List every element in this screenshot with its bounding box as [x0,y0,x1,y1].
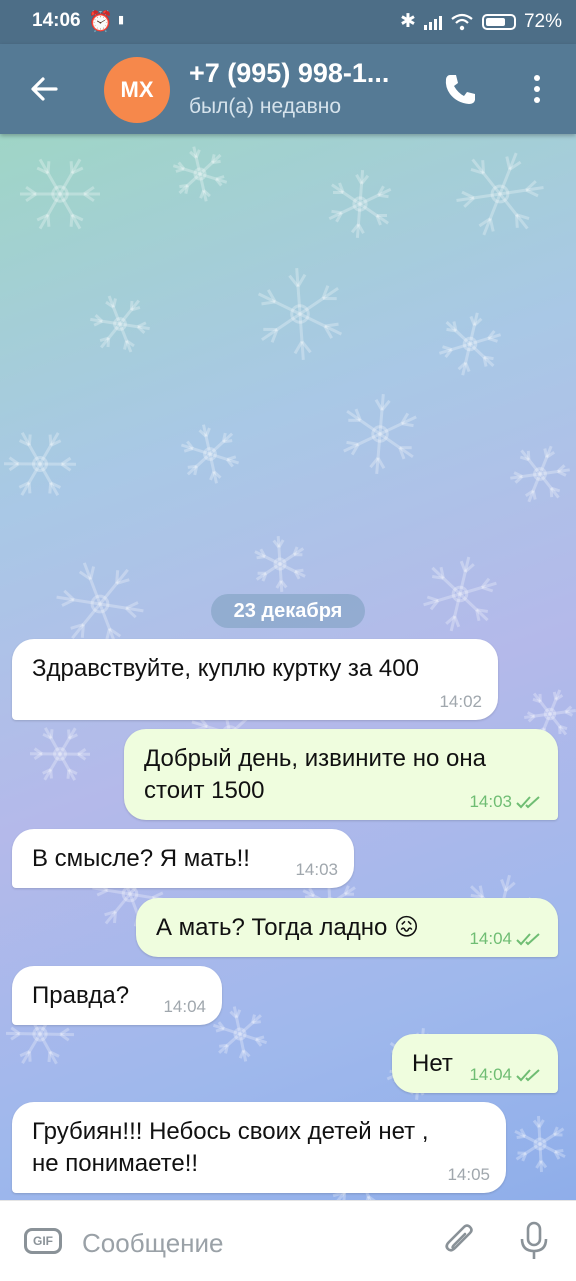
avatar[interactable]: МХ [104,57,170,123]
snowflake-icon [424,557,497,631]
gif-button[interactable]: GIF [24,1228,62,1254]
message-text: Правда? [32,980,129,1012]
message-meta: 14:05 [447,1165,490,1185]
message-text: Нет [412,1048,453,1080]
outgoing-message[interactable]: А мать? Тогда ладно 😖 14:04 [136,898,558,957]
date-separator: 23 декабря [211,594,365,628]
message-text: Добрый день, извините но онастоит 1500 [144,743,486,807]
snowflake-icon [181,425,238,484]
message-line: стоит 1500 [144,775,486,807]
read-checkmarks-icon [516,1068,542,1082]
message-time: 14:02 [439,692,482,712]
signal-icon [424,14,442,30]
message-time: 14:03 [295,860,338,880]
message-time: 14:04 [469,1065,512,1085]
microphone-icon[interactable] [516,1219,552,1263]
message-text: А мать? Тогда ладно 😖 [156,912,419,944]
wifi-icon [450,13,474,31]
snowflake-icon [515,1116,565,1172]
snowflake-icon [439,313,500,375]
snowflake-icon [510,446,569,502]
incoming-message[interactable]: В смысле? Я мать!! 14:03 [12,829,354,888]
message-text: Здравствуйте, куплю куртку за 400 [32,653,419,685]
message-meta: 14:04 [469,1065,542,1085]
message-line: не понимаете!! [32,1148,428,1180]
outgoing-message[interactable]: Добрый день, извините но онастоит 150014… [124,729,558,820]
snowflake-icon [259,268,342,360]
snowflake-icon [57,563,144,645]
message-line: Правда? [32,980,129,1012]
message-text: Грубиян!!! Небось своих детей нет ,не по… [32,1116,428,1180]
battery-percent: 72% [524,11,562,33]
contact-name[interactable]: +7 (995) 998-1... [189,58,409,89]
message-line: А мать? Тогда ладно 😖 [156,912,419,944]
more-vertical-icon[interactable] [520,69,554,109]
outgoing-message[interactable]: Нет 14:04 [392,1034,558,1093]
status-bar: 14:06 ⏰ ▮ ✱ 72% [0,0,576,44]
back-arrow-icon[interactable] [22,66,68,112]
snowflake-icon [457,153,544,235]
phone-icon[interactable] [440,69,480,109]
incoming-message[interactable]: Грубиян!!! Небось своих детей нет ,не по… [12,1102,506,1193]
status-time: 14:06 [32,10,81,32]
snowflake-icon [90,296,149,352]
data-speed-icon: ▮ [118,13,124,26]
bluetooth-icon: ✱ [400,10,416,33]
incoming-message[interactable]: Правда? 14:04 [12,966,222,1025]
message-text: В смысле? Я мать!! [32,843,250,875]
message-line: Добрый день, извините но она [144,743,486,775]
message-time: 14:05 [447,1165,490,1185]
contact-status: был(а) недавно [189,95,341,119]
message-meta: 14:04 [163,997,206,1017]
incoming-message[interactable]: Здравствуйте, куплю куртку за 400 14:02 [12,639,498,720]
message-meta: 14:02 [439,692,482,712]
message-time: 14:04 [469,929,512,949]
snowflake-icon [30,728,90,780]
read-checkmarks-icon [516,932,542,946]
snowflake-icon [4,433,76,496]
chat-header: МХ +7 (995) 998-1... был(а) недавно [0,44,576,134]
message-meta: 14:04 [469,929,542,949]
snowflake-icon [20,159,100,228]
snowflake-icon [329,170,390,238]
message-time: 14:04 [163,997,206,1017]
message-line: Грубиян!!! Небось своих детей нет , [32,1116,428,1148]
chat-area[interactable]: 23 декабря Здравствуйте, куплю куртку за… [0,134,576,1200]
message-line: Нет [412,1048,453,1080]
message-time: 14:03 [469,792,512,812]
attach-icon[interactable] [440,1221,480,1261]
message-line: Здравствуйте, куплю куртку за 400 [32,653,419,685]
alarm-icon: ⏰ [88,9,113,34]
message-input-bar: GIF [0,1200,576,1281]
message-line: В смысле? Я мать!! [32,843,250,875]
message-meta: 14:03 [469,792,542,812]
snowflake-icon [344,394,416,474]
message-meta: 14:03 [295,860,338,880]
snowflake-icon [173,147,226,202]
snowflake-icon [255,536,305,592]
status-right: ✱ 72% [400,10,562,33]
snowflake-icon [213,1007,266,1062]
read-checkmarks-icon [516,795,542,809]
battery-icon [482,14,516,30]
message-input[interactable] [80,1221,424,1265]
